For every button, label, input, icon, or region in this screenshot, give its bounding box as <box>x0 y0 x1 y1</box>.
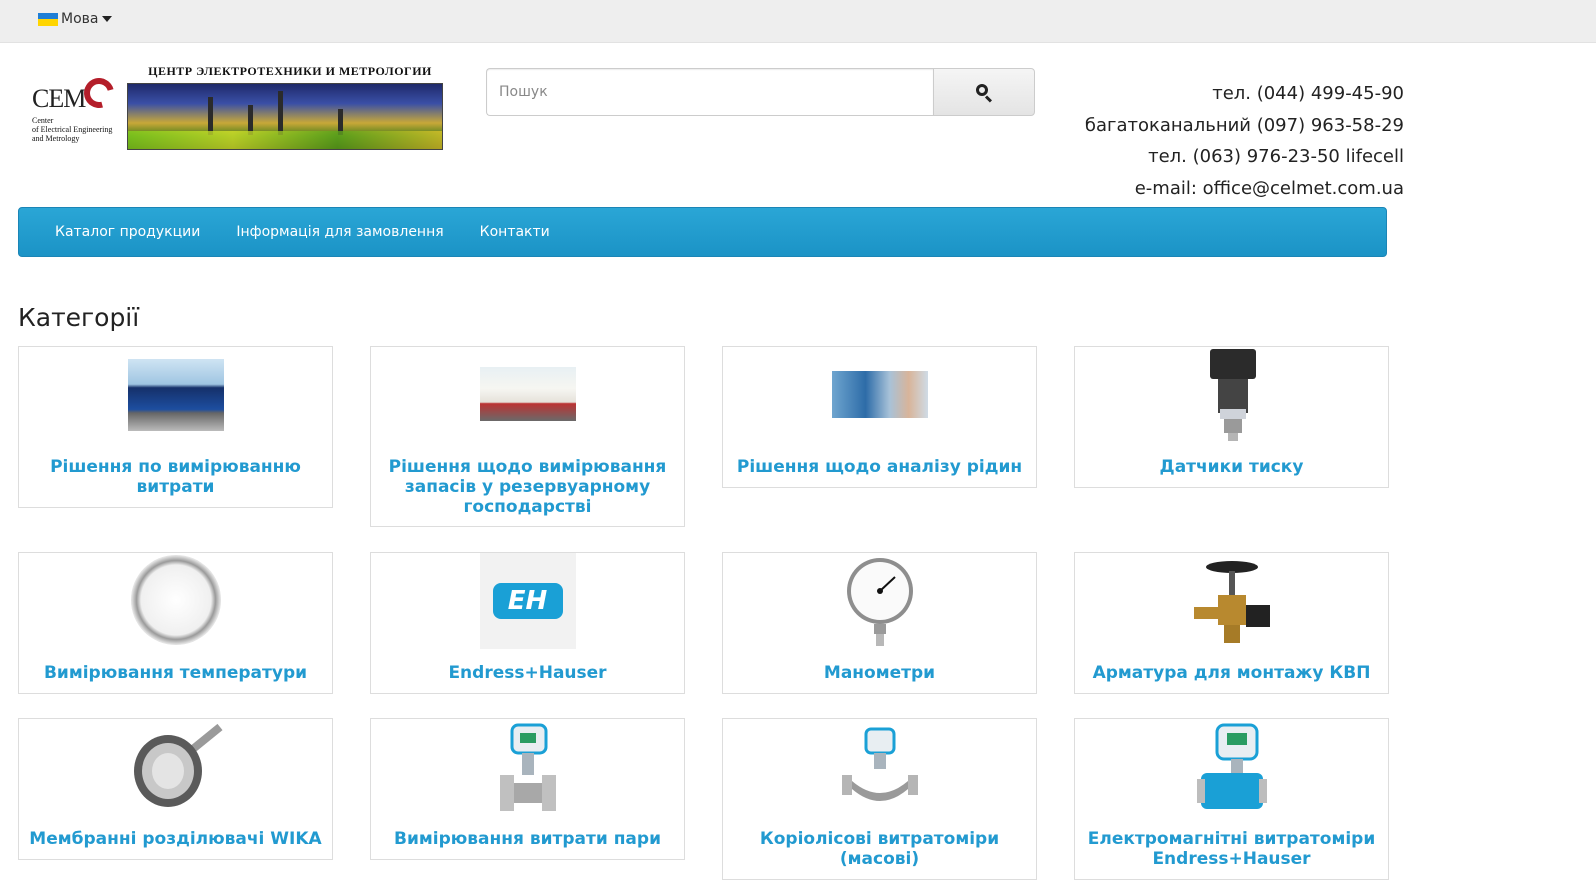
pressure-sensor-image <box>1209 349 1256 441</box>
category-title[interactable]: Вимірювання витрати пари <box>371 829 684 849</box>
category-card[interactable]: EH Endress+Hauser <box>370 552 685 694</box>
search-icon <box>976 84 993 103</box>
category-title[interactable]: Вимірювання температури <box>19 663 332 683</box>
logo-short-name: CEM <box>32 84 86 113</box>
site-logo[interactable]: CEM Center of Electrical Engineering and… <box>30 64 444 152</box>
category-card[interactable]: Рішення щодо вимірювання запасів у резер… <box>370 346 685 527</box>
pressure-gauge-image <box>846 558 913 646</box>
nav-item-catalog[interactable]: Каталог продукции <box>37 224 218 240</box>
main-nav: Каталог продукции Інформація для замовле… <box>18 207 1387 257</box>
category-card[interactable]: Вимірювання температури <box>18 552 333 694</box>
category-card[interactable]: Електромагнітні витратоміри Endress+Haus… <box>1074 718 1389 880</box>
logo-subtitle: Center of Electrical Engineering and Met… <box>32 116 113 143</box>
top-bar: Мова <box>0 0 1596 43</box>
category-title[interactable]: Рішення щодо аналізу рідин <box>723 457 1036 477</box>
email: e-mail: office@celmet.com.ua <box>1134 177 1404 199</box>
category-card[interactable]: Рішення по вимірюванню витрати <box>18 346 333 508</box>
phone-2: багатоканальний (097) 963-58-29 <box>1084 114 1404 136</box>
ukraine-flag-icon <box>38 12 58 26</box>
tanker-truck-image <box>127 359 224 431</box>
nav-item-contacts[interactable]: Контакти <box>462 224 568 240</box>
page-title: Категорії <box>18 303 140 332</box>
category-card[interactable]: Манометри <box>722 552 1037 694</box>
logo-banner-title: ЦЕНТР ЭЛЕКТРОТЕХНИКИ И МЕТРОЛОГИИ <box>148 64 432 78</box>
liquid-analysis-image <box>831 371 928 418</box>
category-card[interactable]: Вимірювання витрати пари <box>370 718 685 860</box>
category-card[interactable]: Датчики тиску <box>1074 346 1389 488</box>
category-card[interactable]: Арматура для монтажу КВП <box>1074 552 1389 694</box>
magnetic-flowmeter-image <box>1196 723 1267 809</box>
storage-tank-image <box>479 367 576 421</box>
thermometer-image <box>130 555 221 645</box>
category-card[interactable]: Рішення щодо аналізу рідин <box>722 346 1037 488</box>
factory-banner-image <box>127 83 443 150</box>
search-button[interactable] <box>933 68 1035 116</box>
search-bar <box>486 68 1035 116</box>
category-title[interactable]: Мембранні розділювачі WIKA <box>19 829 332 849</box>
language-label: Мова <box>61 11 99 27</box>
category-card[interactable]: Мембранні розділювачі WIKA <box>18 718 333 860</box>
category-title[interactable]: Манометри <box>723 663 1036 683</box>
category-title[interactable]: Рішення по вимірюванню витрати <box>19 457 332 497</box>
endress-hauser-logo: EH <box>479 553 576 649</box>
category-title[interactable]: Endress+Hauser <box>371 663 684 683</box>
search-input[interactable] <box>486 68 933 116</box>
valve-image <box>1193 561 1270 643</box>
category-title[interactable]: Електромагнітні витратоміри Endress+Haus… <box>1075 829 1388 869</box>
category-title[interactable]: Коріолісові витратоміри (масові) <box>723 829 1036 869</box>
category-title[interactable]: Датчики тиску <box>1075 457 1388 477</box>
nav-item-order-info[interactable]: Інформація для замовлення <box>218 224 461 240</box>
language-selector[interactable]: Мова <box>38 11 113 27</box>
contact-info: тел. (044) 499-45-90 багатоканальний (09… <box>1085 78 1404 204</box>
caret-down-icon <box>102 16 113 22</box>
diaphragm-seal-image <box>133 723 223 807</box>
steam-flowmeter-image <box>499 723 556 811</box>
coriolis-flowmeter-image <box>841 727 918 801</box>
category-title[interactable]: Арматура для монтажу КВП <box>1075 663 1388 683</box>
category-title[interactable]: Рішення щодо вимірювання запасів у резер… <box>371 457 684 517</box>
cem-logo: CEM Center of Electrical Engineering and… <box>30 72 125 146</box>
phone-1: тел. (044) 499-45-90 <box>1212 83 1404 104</box>
phone-3: тел. (063) 976-23-50 lifecell <box>1148 146 1404 167</box>
category-card[interactable]: Коріолісові витратоміри (масові) <box>722 718 1037 880</box>
